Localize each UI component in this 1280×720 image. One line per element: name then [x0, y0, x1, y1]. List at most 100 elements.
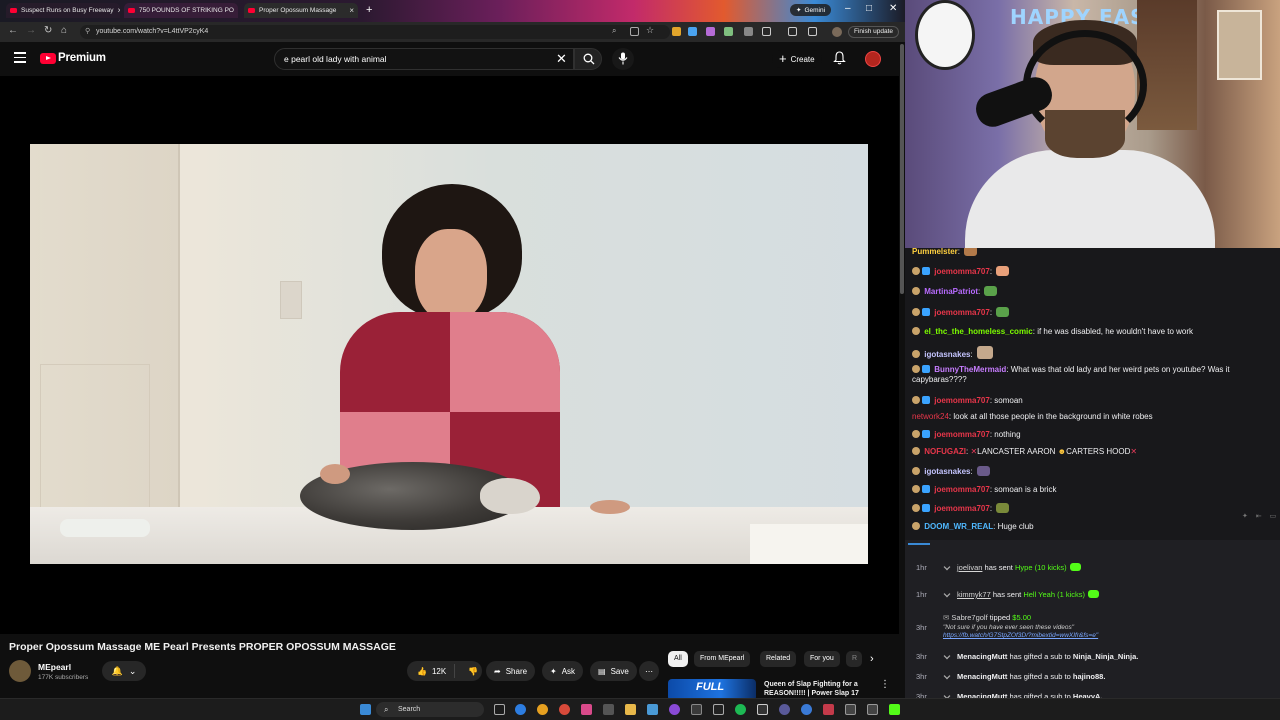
clear-search-icon[interactable]: ✕: [556, 51, 567, 67]
chip-related[interactable]: Related: [760, 651, 797, 667]
dislike-button[interactable]: 👎: [460, 667, 478, 676]
chat-username[interactable]: igotasnakes: [924, 350, 970, 359]
event-user[interactable]: MenacingMutt: [957, 672, 1007, 681]
chat-username[interactable]: NOFUGAZI: [924, 447, 966, 456]
finish-update-button[interactable]: Finish update: [848, 26, 900, 38]
chat-username[interactable]: MartinaPatriot: [924, 287, 978, 296]
app-icon[interactable]: [603, 704, 614, 715]
back-arrow-icon[interactable]: ←: [8, 25, 18, 36]
chat-username[interactable]: BunnyTheMermaid: [934, 365, 1006, 374]
event-user[interactable]: Sabre7golf: [951, 613, 987, 622]
app-icon[interactable]: [867, 704, 878, 715]
create-button[interactable]: + Create: [772, 50, 822, 68]
channel-name[interactable]: MEpearl: [38, 662, 71, 672]
search-button[interactable]: [574, 48, 602, 70]
app-icon[interactable]: [647, 704, 658, 715]
chat-username[interactable]: joemomma707: [934, 396, 990, 405]
more-actions-button[interactable]: ⋯: [639, 661, 659, 681]
reload-icon[interactable]: ↻: [44, 25, 52, 36]
maximize-icon[interactable]: □: [866, 3, 872, 14]
app-icon[interactable]: [779, 704, 790, 715]
share-button[interactable]: ➦ Share: [486, 661, 536, 681]
app-icon[interactable]: [823, 704, 834, 715]
taskbar-search[interactable]: ⌕ Search: [376, 702, 484, 717]
search-input[interactable]: e pearl old lady with animal ✕: [274, 48, 574, 70]
minimize-icon[interactable]: –: [845, 3, 851, 14]
account-avatar[interactable]: [865, 51, 881, 67]
spotify-icon[interactable]: [735, 704, 746, 715]
recommended-video-title[interactable]: Queen of Slap Fighting for a REASON!!!!!…: [764, 680, 879, 700]
file-explorer-icon[interactable]: [625, 704, 636, 715]
site-info-icon[interactable]: ⚲: [85, 25, 90, 39]
chevron-right-icon[interactable]: ›: [870, 653, 874, 665]
event-user[interactable]: MenacingMutt: [957, 652, 1007, 661]
app-icon[interactable]: [713, 704, 724, 715]
event-item[interactable]: Ninja_Ninja_Ninja.: [1073, 652, 1138, 661]
event-user[interactable]: kimmyk77: [957, 590, 991, 599]
new-tab-button[interactable]: +: [366, 4, 372, 16]
app-icon[interactable]: [845, 704, 856, 715]
bookmark-star-icon[interactable]: ☆: [646, 25, 655, 35]
url-field[interactable]: ⚲ youtube.com/watch?v=L4ttVP2cyK4: [80, 25, 670, 39]
chip-from-channel[interactable]: From MEpearl: [694, 651, 751, 667]
chat-tools-icons[interactable]: ✦ ⇤ ▭: [1242, 512, 1279, 520]
event-user[interactable]: joelivan: [957, 563, 982, 572]
chat-username[interactable]: network24: [912, 412, 949, 421]
chat-username[interactable]: joemomma707: [934, 504, 990, 513]
ask-button[interactable]: ✦ Ask: [542, 661, 584, 681]
browser-tab[interactable]: Suspect Runs on Busy Freeway ×: [6, 3, 120, 18]
browser-tab[interactable]: 750 POUNDS OF STRIKING PO ×: [124, 3, 238, 18]
profile-avatar[interactable]: [832, 27, 842, 37]
voice-search-button[interactable]: [612, 48, 634, 70]
zoom-icon[interactable]: ⌕: [612, 26, 621, 35]
start-windows-icon[interactable]: [360, 704, 371, 715]
window-close-icon[interactable]: ✕: [889, 3, 897, 14]
chat-username[interactable]: igotasnakes: [924, 467, 970, 476]
hamburger-menu-icon[interactable]: [14, 52, 26, 63]
chat-username[interactable]: joemomma707: [934, 430, 990, 439]
chrome-canary-icon[interactable]: [559, 704, 570, 715]
event-item[interactable]: hajino88.: [1073, 672, 1106, 681]
install-icon[interactable]: [630, 27, 639, 36]
close-tab-icon[interactable]: ×: [118, 6, 121, 15]
extension-icon[interactable]: [724, 27, 733, 36]
extension-icon[interactable]: [744, 27, 753, 36]
video-player[interactable]: [0, 76, 900, 634]
extension-icon[interactable]: [672, 27, 681, 36]
chip-truncated[interactable]: R: [846, 651, 862, 667]
app-icon[interactable]: [581, 704, 592, 715]
more-vertical-icon[interactable]: ⋮: [880, 679, 890, 690]
chat-username[interactable]: joemomma707: [934, 308, 990, 317]
chat-username[interactable]: joemomma707: [934, 267, 990, 276]
app-icon[interactable]: [669, 704, 680, 715]
app-icon[interactable]: [757, 704, 768, 715]
chip-all[interactable]: All: [668, 651, 688, 667]
gemini-button[interactable]: ✦ Gemini: [790, 4, 832, 16]
edge-icon[interactable]: [515, 704, 526, 715]
chat-username[interactable]: el_thc_the_homeless_comic: [924, 327, 1033, 336]
chip-for-you[interactable]: For you: [804, 651, 840, 667]
task-view-icon[interactable]: [494, 704, 505, 715]
home-icon[interactable]: ⌂: [61, 25, 67, 36]
app-icon[interactable]: [691, 704, 702, 715]
extension-icon[interactable]: [688, 27, 697, 36]
video-frame[interactable]: [30, 144, 868, 564]
extension-icon[interactable]: [706, 27, 715, 36]
downloads-icon[interactable]: [808, 27, 817, 36]
chrome-icon[interactable]: [537, 704, 548, 715]
app-icon[interactable]: [801, 704, 812, 715]
channel-avatar[interactable]: [9, 660, 31, 682]
forward-arrow-icon[interactable]: →: [26, 25, 36, 36]
browser-tab-active[interactable]: Proper Opossum Massage ×: [244, 3, 358, 18]
like-button[interactable]: 👍 12K: [407, 664, 456, 678]
kick-app-icon[interactable]: [889, 704, 900, 715]
tip-link[interactable]: https://fb.watch/G7StpZOf3D/?mibextid=ww…: [943, 632, 1098, 639]
subscription-bell-button[interactable]: 🔔 ⌄: [102, 661, 146, 681]
youtube-logo-icon[interactable]: [40, 53, 56, 64]
chat-username[interactable]: joemomma707: [934, 485, 990, 494]
extensions-puzzle-icon[interactable]: [762, 27, 771, 36]
split-view-icon[interactable]: [788, 27, 797, 36]
chat-username[interactable]: DOOM_WR_REAL: [924, 522, 993, 531]
save-button[interactable]: ▤ Save: [590, 661, 637, 681]
close-tab-icon[interactable]: ×: [349, 6, 354, 15]
